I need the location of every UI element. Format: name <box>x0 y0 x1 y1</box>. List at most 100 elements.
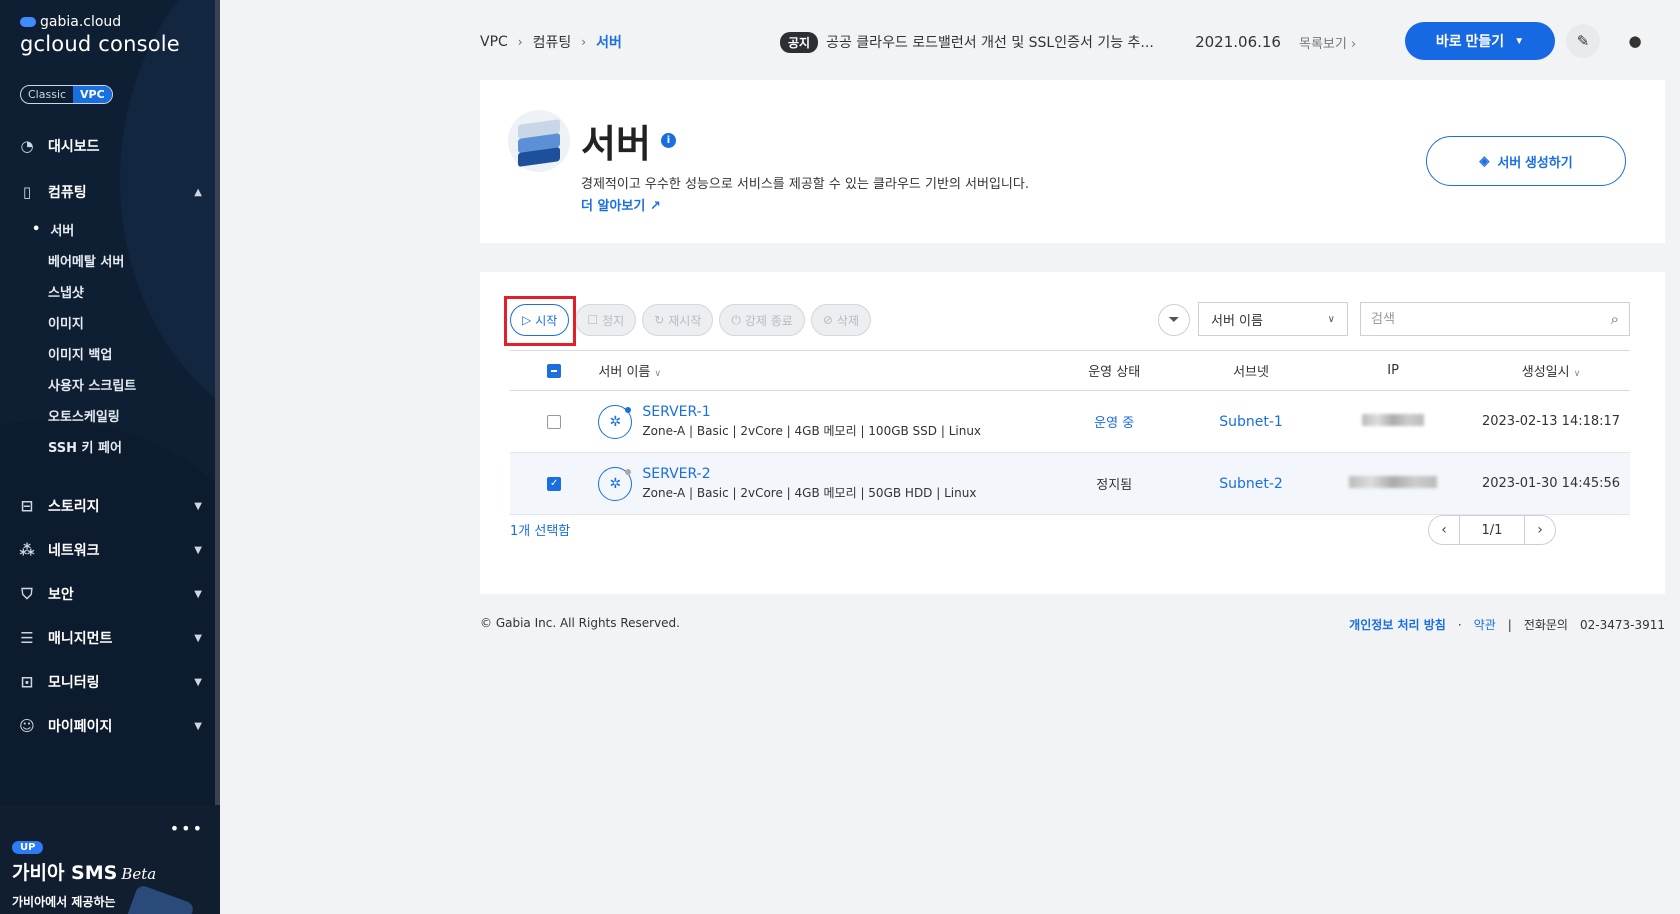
management-icon: ☰ <box>20 629 34 647</box>
notice-date: 2021.06.16 <box>1195 33 1281 51</box>
sidebar-item-label: 컴퓨팅 <box>48 185 87 201</box>
stop-icon: ☐ <box>587 313 599 327</box>
notice-tag: 공지 <box>780 31 819 53</box>
ip-redacted <box>1349 475 1438 488</box>
sidebar-subitem-autoscaling[interactable]: 오토스케일링 <box>48 400 202 431</box>
server-name-link[interactable]: SERVER-1 <box>642 404 981 420</box>
server-gear-icon: ✲ <box>598 404 633 439</box>
user-icon: ● <box>1628 32 1642 50</box>
search-icon[interactable]: ⌕ <box>1611 310 1619 328</box>
table-row[interactable]: ✓ ✲ SERVER-2 Zone-A | Basic | 2vCore | 4… <box>510 452 1630 515</box>
power-icon: ⏻ <box>731 312 741 327</box>
subnet-link[interactable]: Subnet-2 <box>1187 452 1315 515</box>
sidebar-subitem-user-script[interactable]: 사용자 스크립트 <box>48 369 202 400</box>
chevron-down-icon: ▼ <box>194 544 202 556</box>
server-spec: Zone-A | Basic | 2vCore | 4GB 메모리 | 50GB… <box>642 486 977 500</box>
search-field-select[interactable]: 서버 이름 ∨ <box>1198 302 1348 336</box>
sidebar-item-storage[interactable]: ⊟ 스토리지 ▼ <box>18 484 202 528</box>
promo-graphic <box>124 883 196 914</box>
breadcrumb-server: 서버 <box>596 35 622 51</box>
sort-icon: ∨ <box>1573 369 1581 379</box>
stop-button[interactable]: ☐ 정지 <box>575 304 637 336</box>
notice-list-link[interactable]: 목록보기 › <box>1299 33 1356 52</box>
sidebar-item-management[interactable]: ☰ 매니지먼트 ▼ <box>18 616 202 660</box>
sidebar-subitem-server[interactable]: 서버 <box>48 214 202 245</box>
brand-logo[interactable]: gabia.cloud gcloud console <box>20 14 180 56</box>
sidebar-item-mypage[interactable]: ☺ 마이페이지 ▼ <box>18 704 202 748</box>
start-button-highlight <box>504 296 576 346</box>
chevron-right-icon: › <box>581 35 587 49</box>
toggle-vpc[interactable]: VPC <box>73 86 112 103</box>
page-indicator: 1/1 <box>1459 516 1525 544</box>
create-server-button[interactable]: ◈ 서버 생성하기 <box>1426 136 1626 186</box>
sidebar-item-computing[interactable]: ▯ 컴퓨팅 ▲ <box>18 170 202 214</box>
layers-icon: ◈ <box>1479 153 1490 168</box>
server-name-link[interactable]: SERVER-2 <box>642 466 976 482</box>
server-spec: Zone-A | Basic | 2vCore | 4GB 메모리 | 100G… <box>642 424 982 438</box>
chevron-down-icon: ▼ <box>1514 35 1525 47</box>
col-name[interactable]: 서버 이름 ∨ <box>598 350 1041 391</box>
info-icon[interactable]: i <box>660 133 676 148</box>
server-stack-icon <box>508 110 570 172</box>
filter-button[interactable]: ⏷ <box>1158 304 1190 336</box>
chevron-down-icon: ▼ <box>194 588 202 600</box>
prev-page-button[interactable]: ‹ <box>1429 516 1459 544</box>
terms-link[interactable]: 약관 <box>1474 616 1496 633</box>
row-checkbox[interactable]: ✓ <box>547 476 562 491</box>
force-stop-button[interactable]: ⏻ 강제 종료 <box>719 304 805 336</box>
notice-text[interactable]: 공공 클라우드 로드밸런서 개선 및 SSL인증서 기능 추... <box>826 32 1171 52</box>
breadcrumb: VPC › 컴퓨팅 › 서버 <box>480 32 622 52</box>
promo-banner[interactable]: ••• UP 가비아 SMS Beta 가비아에서 제공하는 <box>0 805 220 914</box>
separator-dot: · <box>1457 617 1462 632</box>
subnet-link[interactable]: Subnet-1 <box>1187 390 1315 453</box>
sidebar-scrollbar[interactable] <box>215 0 220 805</box>
restart-icon: ↻ <box>654 313 665 327</box>
sidebar-item-security[interactable]: ⛉ 보안 ▼ <box>18 572 202 616</box>
cloud-icon <box>20 17 36 27</box>
toggle-classic[interactable]: Classic <box>21 86 73 103</box>
brand-name: gabia.cloud <box>40 14 122 30</box>
phone-number: 02-3473-3911 <box>1579 617 1665 632</box>
user-icon: ☺ <box>19 717 35 735</box>
more-dots-icon[interactable]: ••• <box>170 819 204 838</box>
sidebar-item-monitoring[interactable]: ⊡ 모니터링 ▼ <box>18 660 202 704</box>
chevron-down-icon: ∨ <box>1327 313 1335 325</box>
sidebar-item-dashboard[interactable]: ◔ 대시보드 <box>18 124 202 168</box>
table-row[interactable]: ✲ SERVER-1 Zone-A | Basic | 2vCore | 4GB… <box>510 390 1630 453</box>
stop-label: 정지 <box>602 313 625 328</box>
sidebar-subitem-image[interactable]: 이미지 <box>48 307 202 338</box>
account-button[interactable]: ● <box>1618 24 1652 58</box>
delete-button[interactable]: ⊘ 삭제 <box>810 304 872 336</box>
network-icon: ⁂ <box>19 541 35 559</box>
separator-bar: | <box>1507 617 1512 632</box>
select-all-checkbox[interactable] <box>547 363 562 378</box>
quick-create-button[interactable]: 바로 만들기 ▼ <box>1405 22 1555 60</box>
classic-vpc-toggle[interactable]: Classic VPC <box>20 85 113 104</box>
force-stop-label: 강제 종료 <box>744 313 793 328</box>
row-select-cell <box>510 390 599 453</box>
server-status: 정지됨 <box>1040 452 1188 515</box>
page-description: 경제적이고 우수한 성능으로 서비스를 제공할 수 있는 클라우드 기반의 서버… <box>581 177 1029 192</box>
restart-button[interactable]: ↻ 재시작 <box>642 304 714 336</box>
breadcrumb-vpc[interactable]: VPC <box>480 34 508 50</box>
sidebar-subitem-snapshot[interactable]: 스냅샷 <box>48 276 202 307</box>
sidebar-item-network[interactable]: ⁂ 네트워크 ▼ <box>18 528 202 572</box>
sidebar-item-label: 스토리지 <box>48 499 100 515</box>
privacy-policy-link[interactable]: 개인정보 처리 방침 <box>1349 616 1446 633</box>
delete-label: 삭제 <box>836 313 860 328</box>
computing-submenu: 서버 베어메탈 서버 스냅샷 이미지 이미지 백업 사용자 스크립트 오토스케일… <box>18 214 202 462</box>
sidebar-subitem-ssh-keypair[interactable]: SSH 키 페어 <box>48 431 202 462</box>
chat-button[interactable]: ✎ <box>1566 24 1600 58</box>
sidebar-subitem-baremetal[interactable]: 베어메탈 서버 <box>48 245 202 276</box>
sidebar-item-label: 마이페이지 <box>48 719 113 735</box>
sidebar: gabia.cloud gcloud console Classic VPC ◔… <box>0 0 220 914</box>
breadcrumb-computing[interactable]: 컴퓨팅 <box>533 32 572 52</box>
sidebar-subitem-image-backup[interactable]: 이미지 백업 <box>48 338 202 369</box>
col-created[interactable]: 생성일시 ∨ <box>1472 350 1630 391</box>
learn-more-link[interactable]: 더 알아보기 ↗ <box>581 195 661 214</box>
row-checkbox[interactable] <box>547 414 562 429</box>
search-input[interactable] <box>1371 311 1611 327</box>
quick-create-label: 바로 만들기 <box>1435 33 1505 49</box>
next-page-button[interactable]: › <box>1525 516 1555 544</box>
chevron-down-icon: ▼ <box>194 500 202 512</box>
